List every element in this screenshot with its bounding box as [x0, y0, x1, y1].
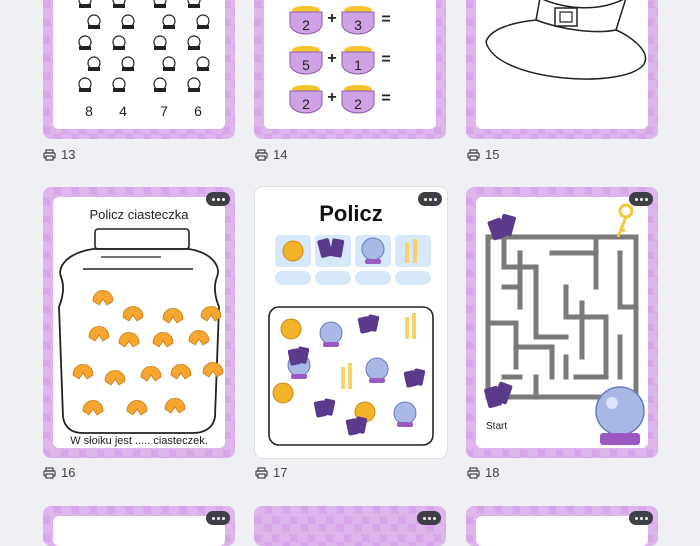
- worksheet-title: Policz ciasteczka: [90, 207, 190, 222]
- row2-eq: =: [381, 51, 390, 68]
- worksheet-card-13[interactable]: 8 4 7 6: [43, 0, 235, 139]
- worksheet-card-20[interactable]: [254, 506, 446, 546]
- worksheet-card-14[interactable]: 2 + 3 = 5 + 1 = 2 + 2 =: [254, 0, 446, 139]
- row2-plus: +: [327, 50, 336, 67]
- row3-plus: +: [327, 89, 336, 106]
- card-17-label: 17: [255, 465, 287, 480]
- printer-icon[interactable]: [43, 466, 56, 479]
- more-options-button[interactable]: [417, 511, 441, 525]
- card-15-label: 15: [467, 147, 499, 162]
- worksheet-card-21[interactable]: [466, 506, 658, 546]
- count-1: 8: [85, 103, 93, 119]
- witch-hat-coloring-image: [485, 0, 647, 80]
- more-options-button[interactable]: [629, 511, 653, 525]
- printer-icon[interactable]: [467, 148, 480, 161]
- printer-icon[interactable]: [255, 466, 268, 479]
- cauldron-addition-image: 2 + 3 = 5 + 1 = 2 + 2 =: [289, 6, 391, 114]
- row1-eq: =: [381, 11, 390, 28]
- worksheet-title: Policz: [319, 201, 383, 226]
- addition-row-1: 2 + 3 =: [289, 6, 391, 35]
- row1-a: 2: [302, 17, 310, 33]
- more-options-button[interactable]: [206, 511, 230, 525]
- row3-b: 2: [354, 96, 362, 112]
- count-2: 4: [119, 103, 127, 119]
- more-options-button[interactable]: [629, 192, 653, 206]
- count-3: 7: [160, 103, 168, 119]
- row1-plus: +: [327, 10, 336, 27]
- worksheet-caption: W słoiku jest ..... ciasteczek.: [70, 435, 208, 447]
- printer-icon[interactable]: [255, 148, 268, 161]
- cookie-jar-image: Policz ciasteczka W słoiku jest ..... ci…: [58, 207, 224, 447]
- card-number: 15: [485, 147, 500, 162]
- card-13-label: 13: [43, 147, 75, 162]
- row2-a: 5: [302, 57, 310, 73]
- card-14-label: 14: [255, 147, 287, 162]
- row3-a: 2: [302, 96, 310, 112]
- card-number: 14: [273, 147, 288, 162]
- more-options-button[interactable]: [418, 192, 442, 206]
- worksheet-card-16[interactable]: Policz ciasteczka W słoiku jest ..... ci…: [43, 187, 235, 458]
- row2-b: 1: [354, 57, 362, 73]
- printer-icon[interactable]: [43, 148, 56, 161]
- card-number: 17: [273, 465, 288, 480]
- more-options-button[interactable]: [206, 192, 230, 206]
- row3-eq: =: [381, 90, 390, 107]
- worksheet-card-18[interactable]: Start: [466, 187, 658, 458]
- card-number: 18: [485, 465, 500, 480]
- worksheet-card-19[interactable]: [43, 506, 235, 546]
- counting-ornaments-image: 8 4 7 6: [78, 0, 210, 119]
- worksheet-card-17[interactable]: Policz: [255, 187, 447, 458]
- printer-icon[interactable]: [467, 466, 480, 479]
- card-16-label: 16: [43, 465, 75, 480]
- card-number: 16: [61, 465, 76, 480]
- card-number: 13: [61, 147, 76, 162]
- counting-items-image: Policz: [268, 201, 434, 446]
- worksheet-card-15[interactable]: [466, 0, 658, 139]
- addition-row-3: 2 + 2 =: [289, 85, 391, 114]
- count-4: 6: [194, 103, 202, 119]
- maze-image: Start: [484, 203, 645, 445]
- row1-b: 3: [354, 17, 362, 33]
- addition-row-2: 5 + 1 =: [289, 46, 391, 75]
- start-label: Start: [486, 421, 507, 432]
- card-18-label: 18: [467, 465, 499, 480]
